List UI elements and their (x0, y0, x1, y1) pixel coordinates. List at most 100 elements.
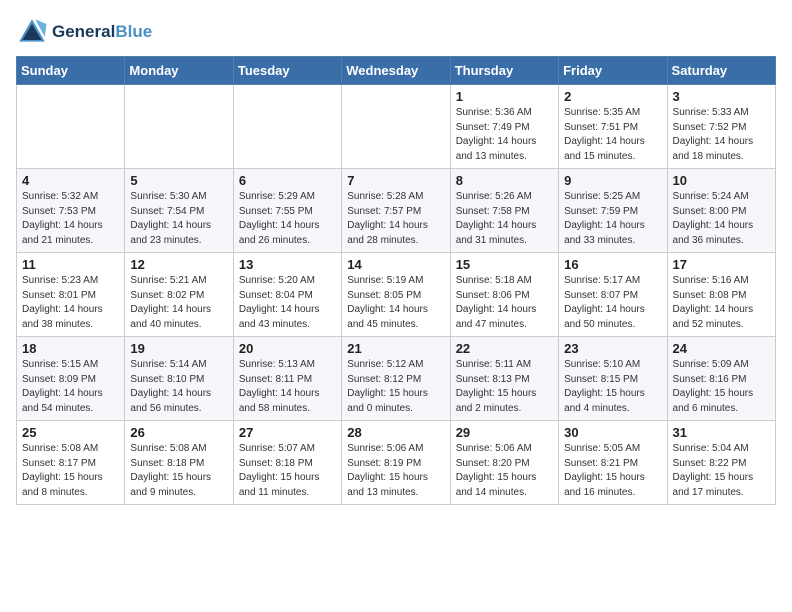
day-info: Sunrise: 5:12 AM Sunset: 8:12 PM Dayligh… (347, 358, 444, 416)
calendar-cell: 9 Sunrise: 5:25 AM Sunset: 7:59 PM Daylig… (559, 169, 667, 253)
header-sunday: Sunday (17, 57, 125, 85)
calendar-cell: 27Sunrise: 5:07 AM Sunset: 8:18 PM Dayli… (233, 421, 341, 505)
logo-text: GeneralBlue (52, 22, 152, 42)
page-container: GeneralBlue Sunday Monday Tuesday Wednes… (16, 16, 776, 505)
day-info: Sunrise: 5:29 AM Sunset: 7:55 PM Dayligh… (239, 190, 336, 248)
day-number: 9 (564, 173, 661, 188)
day-info: Sunrise: 5:17 AM Sunset: 8:07 PM Dayligh… (564, 274, 661, 332)
day-number: 11 (22, 257, 119, 272)
day-info: Sunrise: 5:09 AM Sunset: 8:16 PM Dayligh… (673, 358, 770, 416)
calendar-cell: 20 Sunrise: 5:13 AM Sunset: 8:11 PM Dayli… (233, 337, 341, 421)
logo-icon (16, 16, 48, 48)
calendar-cell: 26 Sunrise: 5:08 AM Sunset: 8:18 PM Dayli… (125, 421, 233, 505)
day-number: 19 (130, 341, 227, 356)
calendar-cell: 12 Sunrise: 5:21 AM Sunset: 8:02 PM Dayli… (125, 253, 233, 337)
calendar-cell: 28 Sunrise: 5:06 AM Sunset: 8:19 PM Dayli… (342, 421, 450, 505)
day-info: Sunrise: 5:33 AM Sunset: 7:52 PM Dayligh… (673, 106, 770, 164)
day-info: Sunrise: 5:25 AM Sunset: 7:59 PM Dayligh… (564, 190, 661, 248)
header-friday: Friday (559, 57, 667, 85)
day-info: Sunrise: 5:32 AM Sunset: 7:53 PM Dayligh… (22, 190, 119, 248)
calendar-cell: 24 Sunrise: 5:09 AM Sunset: 8:16 PM Dayli… (667, 337, 775, 421)
calendar-cell: 19 Sunrise: 5:14 AM Sunset: 8:10 PM Dayli… (125, 337, 233, 421)
day-info: Sunrise: 5:18 AM Sunset: 8:06 PM Dayligh… (456, 274, 553, 332)
day-info: Sunrise: 5:24 AM Sunset: 8:00 PM Dayligh… (673, 190, 770, 248)
day-info: Sunrise: 5:05 AM Sunset: 8:21 PM Dayligh… (564, 442, 661, 500)
calendar-table: Sunday Monday Tuesday Wednesday Thursday… (16, 56, 776, 505)
calendar-cell: 22 Sunrise: 5:11 AM Sunset: 8:13 PM Dayli… (450, 337, 558, 421)
calendar-cell: 11 Sunrise: 5:23 AM Sunset: 8:01 PM Dayli… (17, 253, 125, 337)
day-info: Sunrise: 5:11 AM Sunset: 8:13 PM Dayligh… (456, 358, 553, 416)
day-number: 23 (564, 341, 661, 356)
calendar-cell: 1Sunrise: 5:36 AM Sunset: 7:49 PM Daylig… (450, 85, 558, 169)
calendar-cell: 7Sunrise: 5:28 AM Sunset: 7:57 PM Daylig… (342, 169, 450, 253)
week-row-4: 18Sunrise: 5:15 AM Sunset: 8:09 PM Dayli… (17, 337, 776, 421)
calendar-cell (17, 85, 125, 169)
day-number: 5 (130, 173, 227, 188)
day-number: 16 (564, 257, 661, 272)
day-info: Sunrise: 5:21 AM Sunset: 8:02 PM Dayligh… (130, 274, 227, 332)
day-info: Sunrise: 5:06 AM Sunset: 8:20 PM Dayligh… (456, 442, 553, 500)
calendar-cell: 17Sunrise: 5:16 AM Sunset: 8:08 PM Dayli… (667, 253, 775, 337)
day-info: Sunrise: 5:35 AM Sunset: 7:51 PM Dayligh… (564, 106, 661, 164)
day-number: 28 (347, 425, 444, 440)
calendar-cell: 15 Sunrise: 5:18 AM Sunset: 8:06 PM Dayli… (450, 253, 558, 337)
week-row-1: 1Sunrise: 5:36 AM Sunset: 7:49 PM Daylig… (17, 85, 776, 169)
day-info: Sunrise: 5:08 AM Sunset: 8:18 PM Dayligh… (130, 442, 227, 500)
day-number: 6 (239, 173, 336, 188)
calendar-cell: 23Sunrise: 5:10 AM Sunset: 8:15 PM Dayli… (559, 337, 667, 421)
day-info: Sunrise: 5:20 AM Sunset: 8:04 PM Dayligh… (239, 274, 336, 332)
day-number: 21 (347, 341, 444, 356)
day-info: Sunrise: 5:07 AM Sunset: 8:18 PM Dayligh… (239, 442, 336, 500)
day-number: 17 (673, 257, 770, 272)
calendar-cell: 16 Sunrise: 5:17 AM Sunset: 8:07 PM Dayli… (559, 253, 667, 337)
day-number: 24 (673, 341, 770, 356)
day-number: 12 (130, 257, 227, 272)
day-info: Sunrise: 5:08 AM Sunset: 8:17 PM Dayligh… (22, 442, 119, 500)
day-number: 30 (564, 425, 661, 440)
day-info: Sunrise: 5:26 AM Sunset: 7:58 PM Dayligh… (456, 190, 553, 248)
day-number: 26 (130, 425, 227, 440)
header-monday: Monday (125, 57, 233, 85)
header-saturday: Saturday (667, 57, 775, 85)
weekday-header-row: Sunday Monday Tuesday Wednesday Thursday… (17, 57, 776, 85)
calendar-cell: 13 Sunrise: 5:20 AM Sunset: 8:04 PM Dayli… (233, 253, 341, 337)
calendar-cell: 4 Sunrise: 5:32 AM Sunset: 7:53 PM Daylig… (17, 169, 125, 253)
day-info: Sunrise: 5:04 AM Sunset: 8:22 PM Dayligh… (673, 442, 770, 500)
week-row-2: 4 Sunrise: 5:32 AM Sunset: 7:53 PM Daylig… (17, 169, 776, 253)
calendar-cell: 5 Sunrise: 5:30 AM Sunset: 7:54 PM Daylig… (125, 169, 233, 253)
calendar-cell: 2 Sunrise: 5:35 AM Sunset: 7:51 PM Daylig… (559, 85, 667, 169)
day-info: Sunrise: 5:13 AM Sunset: 8:11 PM Dayligh… (239, 358, 336, 416)
calendar-cell: 30 Sunrise: 5:05 AM Sunset: 8:21 PM Dayli… (559, 421, 667, 505)
day-number: 1 (456, 89, 553, 104)
header-thursday: Thursday (450, 57, 558, 85)
calendar-cell: 10Sunrise: 5:24 AM Sunset: 8:00 PM Dayli… (667, 169, 775, 253)
day-number: 20 (239, 341, 336, 356)
day-number: 2 (564, 89, 661, 104)
day-info: Sunrise: 5:15 AM Sunset: 8:09 PM Dayligh… (22, 358, 119, 416)
week-row-3: 11 Sunrise: 5:23 AM Sunset: 8:01 PM Dayli… (17, 253, 776, 337)
header: GeneralBlue (16, 16, 776, 48)
calendar-cell (342, 85, 450, 169)
header-wednesday: Wednesday (342, 57, 450, 85)
day-info: Sunrise: 5:23 AM Sunset: 8:01 PM Dayligh… (22, 274, 119, 332)
day-info: Sunrise: 5:30 AM Sunset: 7:54 PM Dayligh… (130, 190, 227, 248)
calendar-cell: 21 Sunrise: 5:12 AM Sunset: 8:12 PM Dayli… (342, 337, 450, 421)
day-info: Sunrise: 5:14 AM Sunset: 8:10 PM Dayligh… (130, 358, 227, 416)
day-info: Sunrise: 5:28 AM Sunset: 7:57 PM Dayligh… (347, 190, 444, 248)
header-tuesday: Tuesday (233, 57, 341, 85)
day-number: 15 (456, 257, 553, 272)
calendar-cell: 6 Sunrise: 5:29 AM Sunset: 7:55 PM Daylig… (233, 169, 341, 253)
calendar-cell: 3Sunrise: 5:33 AM Sunset: 7:52 PM Daylig… (667, 85, 775, 169)
calendar-cell (233, 85, 341, 169)
day-number: 14 (347, 257, 444, 272)
calendar-cell: 8Sunrise: 5:26 AM Sunset: 7:58 PM Daylig… (450, 169, 558, 253)
calendar-cell: 29Sunrise: 5:06 AM Sunset: 8:20 PM Dayli… (450, 421, 558, 505)
day-number: 4 (22, 173, 119, 188)
day-info: Sunrise: 5:06 AM Sunset: 8:19 PM Dayligh… (347, 442, 444, 500)
calendar-cell: 25Sunrise: 5:08 AM Sunset: 8:17 PM Dayli… (17, 421, 125, 505)
calendar-cell (125, 85, 233, 169)
day-number: 31 (673, 425, 770, 440)
calendar-cell: 18Sunrise: 5:15 AM Sunset: 8:09 PM Dayli… (17, 337, 125, 421)
day-number: 22 (456, 341, 553, 356)
day-number: 13 (239, 257, 336, 272)
